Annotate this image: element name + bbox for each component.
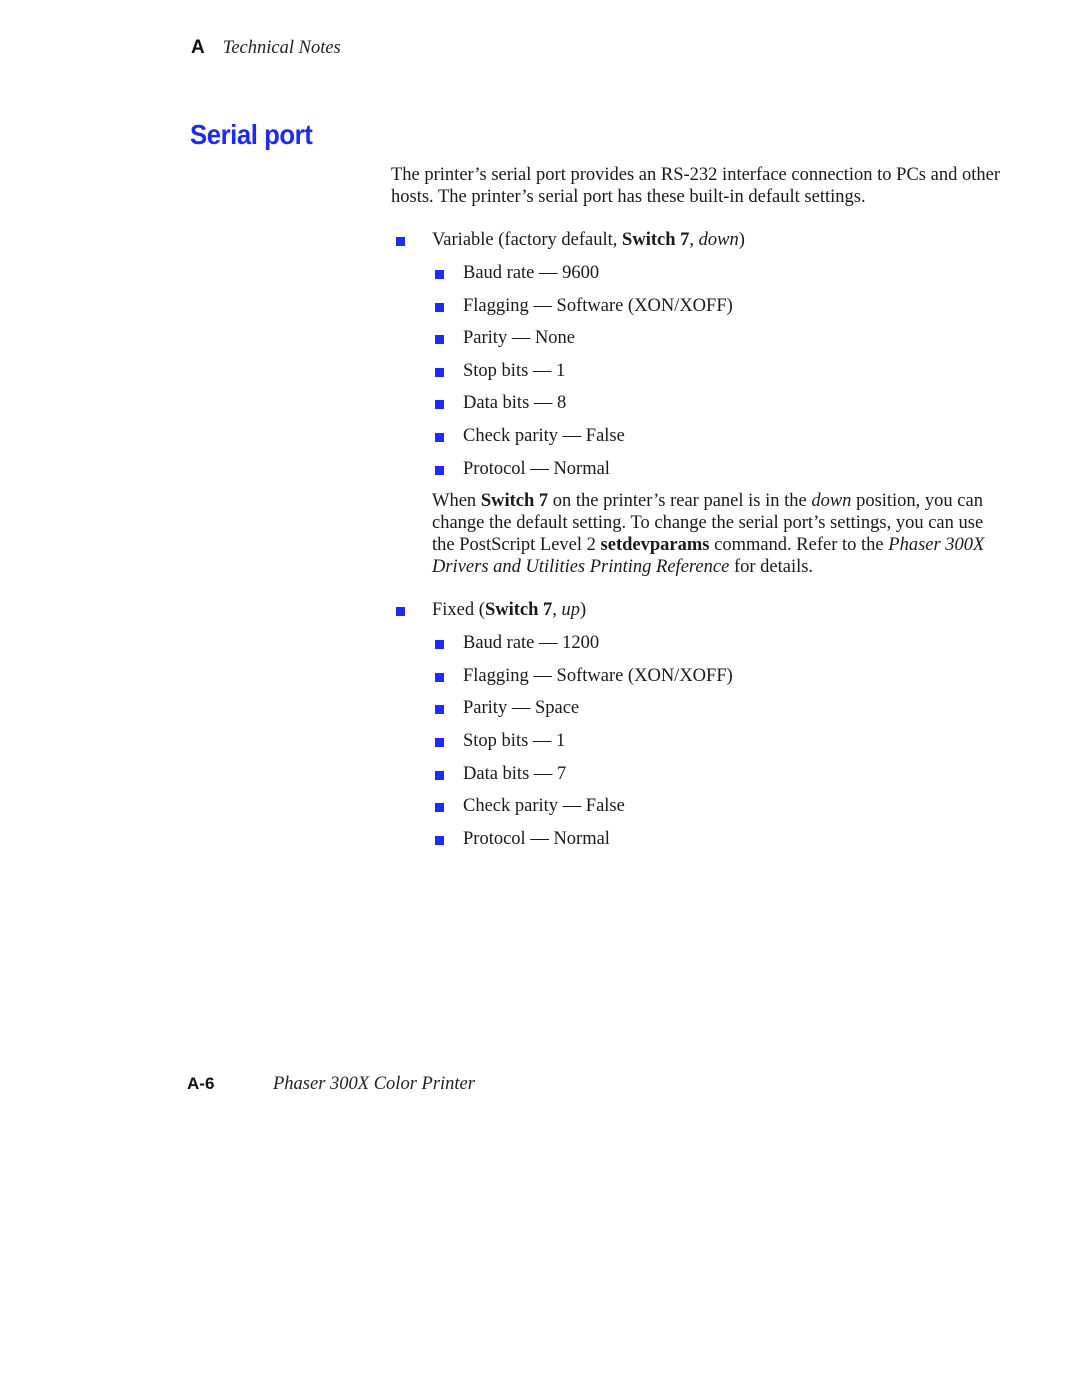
list-item: Data bits — 8 [391, 392, 1031, 414]
square-bullet-icon [435, 835, 444, 845]
square-bullet-icon [435, 270, 444, 279]
list-item: Flagging — Software (XON/XOFF) [391, 295, 1031, 317]
list-item: Flagging — Software (XON/XOFF) [391, 665, 1031, 687]
setting-text: Parity — None [463, 328, 576, 349]
list-item: Protocol — Normal [391, 458, 1031, 480]
square-bullet-icon [435, 302, 444, 312]
note-bold: setdevparams [600, 535, 710, 556]
chapter-letter: A [191, 37, 205, 58]
label-text: , [689, 230, 699, 250]
square-bullet-icon [435, 803, 444, 813]
square-bullet-icon [435, 400, 444, 410]
variable-settings-list: Baud rate — 9600 Flagging — Software (XO… [391, 262, 1031, 480]
label-text: ) [580, 600, 587, 621]
label-text: Fixed ( [432, 600, 485, 621]
square-bullet-icon [435, 367, 444, 377]
intro-paragraph: The printer’s serial port provides an RS… [391, 165, 1000, 207]
list-item: Protocol — Normal [391, 828, 1031, 850]
label-italic: down [698, 230, 739, 250]
square-bullet-icon [396, 607, 405, 617]
note-bold: Switch 7 [480, 491, 549, 512]
label-text: , [552, 600, 562, 621]
setting-text: Data bits — 8 [463, 393, 567, 414]
setting-text: Flagging — Software (XON/XOFF) [463, 295, 733, 316]
square-bullet-icon [435, 465, 444, 475]
setting-text: Parity — Space [463, 698, 580, 719]
setting-text: Baud rate — 9600 [463, 263, 600, 283]
setting-text: Check parity — False [463, 425, 625, 446]
note-text: command. Refer to the [709, 535, 889, 556]
note-text: When [432, 491, 481, 512]
page-footer: A-6 Phaser 300X Color Printer [187, 1074, 475, 1095]
setting-text: Protocol — Normal [463, 458, 610, 479]
fixed-settings-list: Baud rate — 1200 Flagging — Software (XO… [391, 632, 1031, 850]
setting-text: Check parity — False [463, 796, 625, 817]
setting-text: Baud rate — 1200 [463, 633, 600, 654]
note-text: for details. [729, 557, 814, 578]
chapter-title: Technical Notes [222, 38, 341, 58]
list-item: Check parity — False [391, 795, 1031, 817]
setting-text: Stop bits — 1 [463, 360, 566, 381]
square-bullet-icon [435, 335, 444, 345]
switch-note-paragraph: When Switch 7 on the printer’s rear pane… [432, 490, 992, 578]
square-bullet-icon [435, 672, 444, 682]
list-item: Parity — Space [391, 697, 1031, 719]
product-name: Phaser 300X Color Printer [273, 1074, 475, 1094]
note-italic: down [811, 491, 852, 512]
square-bullet-icon [396, 237, 405, 246]
square-bullet-icon [435, 737, 444, 747]
running-header: A Technical Notes [191, 37, 341, 63]
list-item: Baud rate — 9600 [391, 262, 1031, 284]
list-item-variable: Variable (factory default, Switch 7, dow… [391, 229, 1031, 251]
page-number: A-6 [187, 1074, 215, 1093]
square-bullet-icon [435, 640, 444, 650]
list-item: Stop bits — 1 [391, 360, 1031, 382]
label-italic: up [561, 600, 581, 621]
list-item-fixed: Fixed (Switch 7, up) [391, 599, 1031, 621]
setting-text: Protocol — Normal [463, 828, 610, 849]
label-text: ) [738, 230, 745, 250]
square-bullet-icon [435, 770, 444, 780]
list-item: Data bits — 7 [391, 763, 1031, 785]
note-text: on the printer’s rear panel is in the [548, 491, 812, 512]
label-bold: Switch 7 [484, 600, 553, 621]
square-bullet-icon [435, 432, 444, 442]
label-bold: Switch 7 [622, 230, 690, 250]
list-item: Stop bits — 1 [391, 730, 1031, 752]
list-item: Baud rate — 1200 [391, 632, 1031, 654]
setting-text: Stop bits — 1 [463, 730, 566, 751]
setting-text: Data bits — 7 [463, 763, 567, 784]
label-text: Variable (factory default, [432, 230, 623, 250]
square-bullet-icon [435, 705, 444, 715]
list-item: Check parity — False [391, 425, 1031, 447]
list-item: Parity — None [391, 327, 1031, 349]
section-body: The printer’s serial port provides an RS… [391, 164, 1031, 860]
section-title: Serial port [190, 119, 313, 150]
setting-text: Flagging — Software (XON/XOFF) [463, 665, 733, 686]
